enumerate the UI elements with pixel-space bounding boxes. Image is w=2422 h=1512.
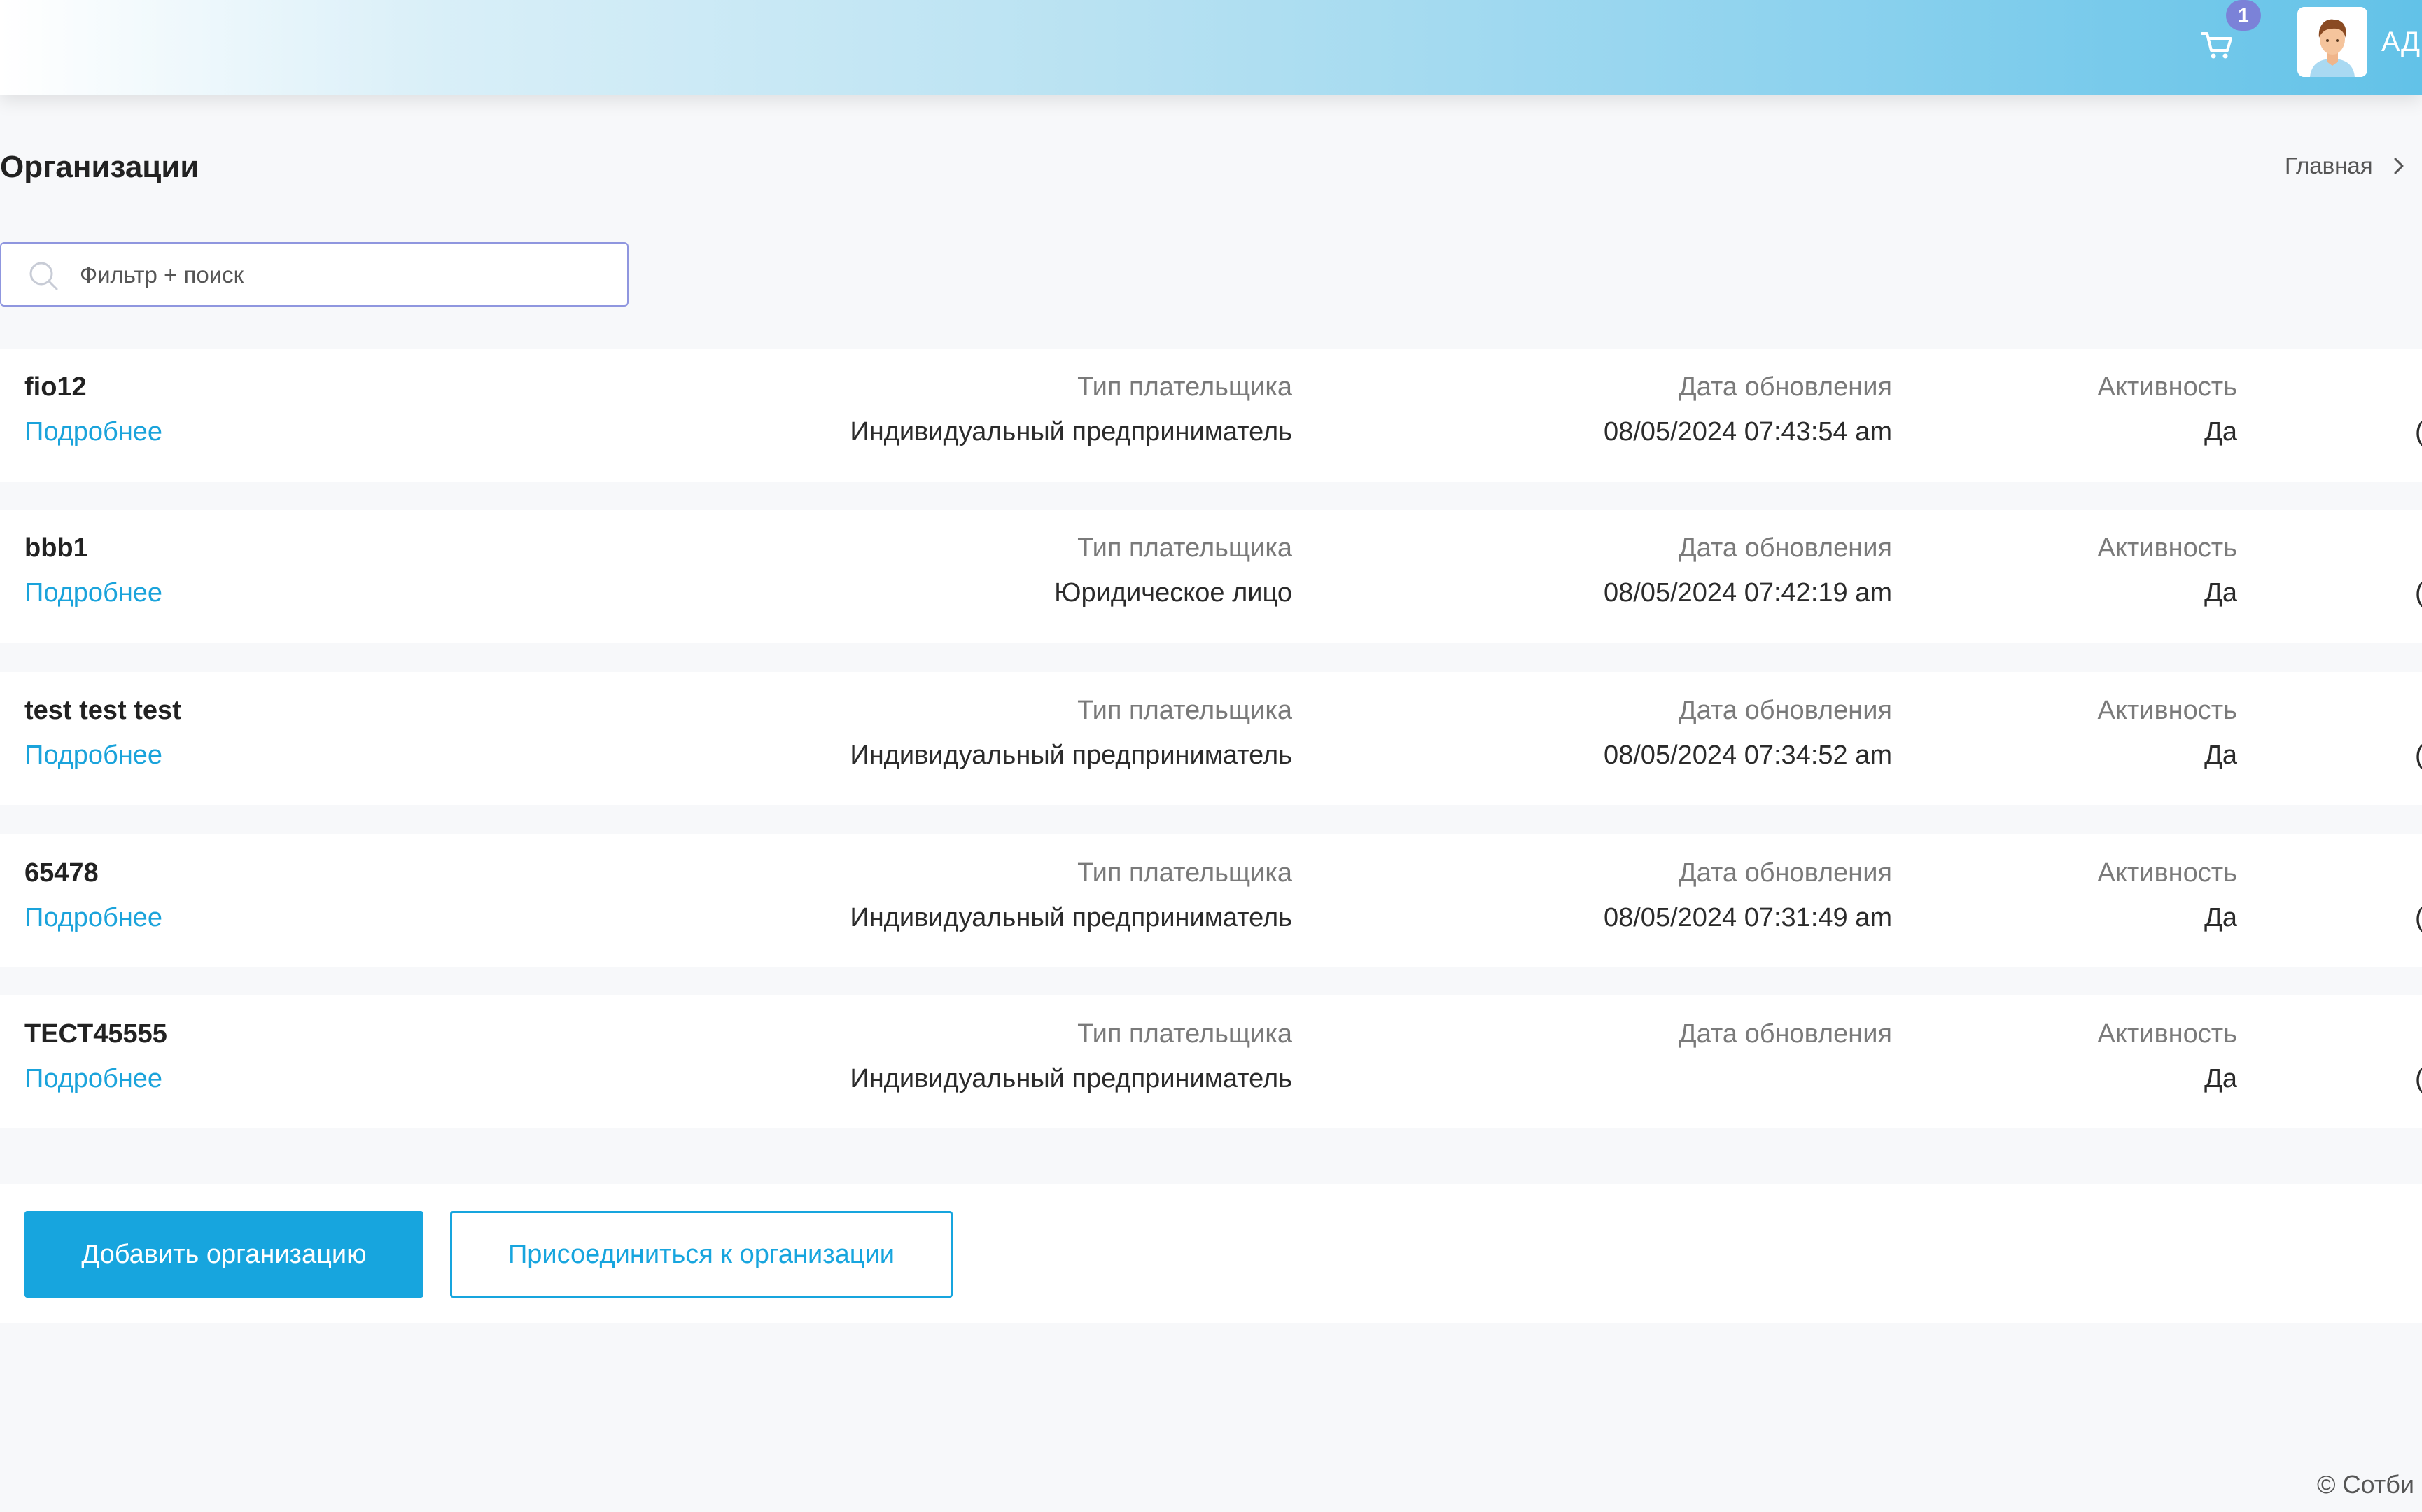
truncated-column-value: (	[2415, 1064, 2422, 1094]
updated-label: Дата обновления	[1678, 858, 1892, 888]
updated-label: Дата обновления	[1678, 1019, 1892, 1049]
search-icon	[27, 259, 60, 293]
footer-copyright: © Сотби	[2317, 1470, 2414, 1499]
truncated-column-value: (	[2415, 578, 2422, 608]
add-organization-button[interactable]: Добавить организацию	[24, 1211, 424, 1298]
search-input[interactable]	[78, 253, 613, 297]
page-title: Организации	[0, 150, 200, 184]
activity-label: Активность	[2097, 858, 2237, 888]
truncated-column-value: (	[2415, 417, 2422, 447]
payer-type-label: Тип плательщика	[1077, 1019, 1292, 1049]
org-name: bbb1	[24, 533, 88, 563]
payer-type-label: Тип плательщика	[1077, 372, 1292, 402]
payer-type-label: Тип плательщика	[1077, 696, 1292, 725]
updated-label: Дата обновления	[1678, 533, 1892, 563]
activity-value: Да	[2204, 903, 2237, 932]
activity-value: Да	[2204, 741, 2237, 770]
org-details-link[interactable]: Подробнее	[24, 417, 162, 447]
chevron-right-icon	[2388, 155, 2409, 176]
activity-label: Активность	[2097, 696, 2237, 725]
payer-type-label: Тип плательщика	[1077, 858, 1292, 888]
org-details-link[interactable]: Подробнее	[24, 903, 162, 933]
org-card: test test test Подробнее Тип плательщика…	[0, 672, 2422, 805]
payer-type-value: Юридическое лицо	[1054, 578, 1292, 608]
updated-value: 08/05/2024 07:43:54 am	[1603, 417, 1892, 447]
org-name: ТЕСТ45555	[24, 1019, 167, 1049]
user-name[interactable]: АД	[2381, 27, 2420, 58]
top-header: 1 АД	[0, 0, 2422, 95]
payer-type-value: Индивидуальный предприниматель	[850, 417, 1292, 447]
payer-type-label: Тип плательщика	[1077, 533, 1292, 563]
truncated-column-value: (	[2415, 903, 2422, 933]
breadcrumb-home-link[interactable]: Главная	[2285, 153, 2373, 179]
updated-label: Дата обновления	[1678, 696, 1892, 725]
updated-value: 08/05/2024 07:34:52 am	[1603, 741, 1892, 770]
updated-label: Дата обновления	[1678, 372, 1892, 402]
org-details-link[interactable]: Подробнее	[24, 1064, 162, 1094]
payer-type-value: Индивидуальный предприниматель	[850, 903, 1292, 932]
org-card: bbb1 Подробнее Тип плательщика Юридическ…	[0, 510, 2422, 643]
search-box	[0, 242, 629, 307]
org-name: test test test	[24, 696, 181, 725]
org-name: fio12	[24, 372, 87, 402]
org-details-link[interactable]: Подробнее	[24, 741, 162, 771]
cart-count-badge: 1	[2226, 0, 2261, 31]
org-name: 65478	[24, 858, 99, 888]
join-organization-button[interactable]: Присоединиться к организации	[450, 1211, 953, 1298]
activity-value: Да	[2204, 578, 2237, 608]
org-card: fio12 Подробнее Тип плательщика Индивиду…	[0, 349, 2422, 482]
action-panel: Добавить организацию Присоединиться к ор…	[0, 1184, 2422, 1323]
activity-label: Активность	[2097, 1019, 2237, 1049]
user-avatar[interactable]	[2297, 7, 2367, 77]
org-card: 65478 Подробнее Тип плательщика Индивиду…	[0, 834, 2422, 967]
truncated-column-value: (	[2415, 741, 2422, 771]
cart-icon	[2201, 32, 2232, 59]
activity-value: Да	[2204, 417, 2237, 447]
payer-type-value: Индивидуальный предприниматель	[850, 741, 1292, 770]
org-details-link[interactable]: Подробнее	[24, 578, 162, 608]
updated-value: 08/05/2024 07:31:49 am	[1603, 903, 1892, 932]
org-card: ТЕСТ45555 Подробнее Тип плательщика Инди…	[0, 995, 2422, 1128]
activity-value: Да	[2204, 1064, 2237, 1093]
activity-label: Активность	[2097, 533, 2237, 563]
updated-value: 08/05/2024 07:42:19 am	[1603, 578, 1892, 608]
payer-type-value: Индивидуальный предприниматель	[850, 1064, 1292, 1093]
cart-button[interactable]	[2198, 25, 2237, 64]
activity-label: Активность	[2097, 372, 2237, 402]
avatar-icon	[2297, 7, 2367, 77]
